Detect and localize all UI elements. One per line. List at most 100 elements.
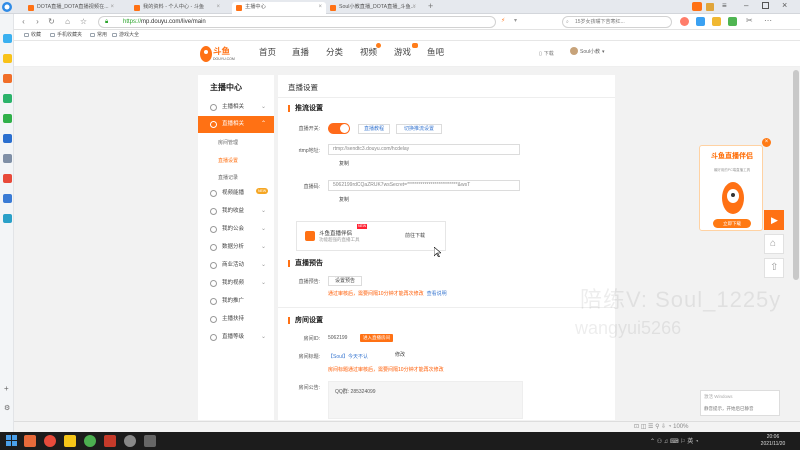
companion-float-card[interactable]: 斗鱼直播伴侣 最好用的PC端直播工具 立即下载: [699, 145, 763, 231]
refresh-icon[interactable]: ↻: [46, 16, 57, 28]
app-icon[interactable]: [3, 174, 12, 183]
bookmark-item[interactable]: 游戏大全: [112, 30, 139, 41]
url-input[interactable]: 🔒︎ https://mp.douyu.com/live/main: [98, 16, 496, 28]
bookmark-star-icon[interactable]: ☆: [78, 16, 89, 28]
app-icon[interactable]: [3, 94, 12, 103]
start-icon[interactable]: [6, 435, 18, 447]
taskbar-app-icon[interactable]: [24, 435, 36, 447]
live-switch-toggle[interactable]: [328, 123, 350, 134]
tray-icons[interactable]: ⌃ ⚇ ♫ ⌨ ⚐ 英 ◔: [650, 436, 699, 445]
notification-toast[interactable]: 激活 Windows 静音提示，开始后已静音: [700, 390, 780, 416]
top-float-button[interactable]: ⇧: [764, 258, 784, 278]
close-icon[interactable]: ×: [318, 2, 322, 13]
sidebar-item-income[interactable]: 我的收益 ⌄: [198, 203, 274, 220]
set-preview-button[interactable]: 设置预告: [328, 276, 362, 286]
nav-video[interactable]: 视频: [360, 43, 381, 58]
close-icon[interactable]: ×: [762, 138, 771, 147]
add-icon[interactable]: +: [4, 384, 9, 393]
sidebar-item-streamer[interactable]: 主播相关 ⌄: [198, 99, 274, 116]
sidebar-item-my-video[interactable]: 我的视频 ⌄: [198, 275, 274, 292]
scissors-icon[interactable]: ✂: [746, 16, 753, 25]
taskbar-clock[interactable]: 20:06 2021/11/20: [750, 434, 796, 448]
tab-soul-live[interactable]: Soul小教直播_DOTA直播_斗鱼... ×: [326, 2, 420, 14]
sidebar-item-business[interactable]: 商业活动 ⌄: [198, 257, 274, 274]
go-download-link[interactable]: 前往下载: [405, 232, 425, 239]
app-icon[interactable]: [3, 154, 12, 163]
sidebar-sub-records[interactable]: 直播记录: [218, 174, 238, 181]
announce-textarea[interactable]: QQ群: 285324099: [328, 381, 523, 419]
status-icons[interactable]: ⊡ ◫ ☰ ⚲ ⇩ ◔ 100%: [634, 423, 688, 430]
extension-icon[interactable]: [696, 17, 705, 26]
forward-icon[interactable]: ›: [32, 16, 43, 28]
taskbar-app-icon[interactable]: [124, 435, 136, 447]
gift-icon[interactable]: [692, 2, 702, 11]
download-now-button[interactable]: 立即下载: [713, 219, 751, 228]
bookmark-item[interactable]: 常用: [90, 30, 107, 41]
rtmp-field[interactable]: rtmp://sendtc3.douyu.com/hcdelay: [328, 144, 520, 155]
extension-icon[interactable]: [712, 17, 721, 26]
tab-streamer-center[interactable]: 主播中心 ×: [232, 2, 326, 14]
maximize-icon[interactable]: [762, 2, 769, 9]
view-instructions-link[interactable]: 查看说明: [427, 291, 447, 297]
sidebar-item-analytics[interactable]: 数据分析 ⌄: [198, 239, 274, 256]
stream-key-field[interactable]: 5062199rdCQaZRUK7wsSecret=**************…: [328, 180, 520, 191]
bookmark-item[interactable]: 收藏: [24, 30, 41, 41]
bookmark-item[interactable]: 手机收藏夹: [50, 30, 82, 41]
sidebar-item-guild[interactable]: 我的公会 ⌄: [198, 221, 274, 238]
wechat-icon[interactable]: [3, 114, 12, 123]
new-tab-button[interactable]: +: [428, 1, 433, 11]
sidebar-item-support[interactable]: 主播扶持: [198, 311, 274, 328]
edit-title-button[interactable]: 修改: [388, 351, 412, 361]
douyu-logo[interactable]: 斗鱼 DOUYU.COM: [198, 43, 238, 65]
taskbar-app-icon[interactable]: [104, 435, 116, 447]
nav-fishbar[interactable]: 鱼吧: [427, 46, 444, 58]
tab-dota-live[interactable]: DOTA直播_DOTA直播视频在... ×: [24, 2, 118, 14]
more-icon[interactable]: ⋯: [764, 16, 772, 25]
taskbar-app-icon[interactable]: [144, 435, 156, 447]
sidebar-item-level[interactable]: 直播等级 ⌄: [198, 329, 274, 346]
sidebar-sub-live-settings[interactable]: 直播设置: [218, 157, 238, 164]
home-float-button[interactable]: ⌂: [764, 234, 784, 254]
video-float-button[interactable]: ▶: [764, 210, 784, 230]
close-icon[interactable]: ×: [216, 2, 220, 13]
nav-game[interactable]: 游戏: [394, 43, 418, 58]
minimize-icon[interactable]: –: [744, 1, 748, 10]
taskbar-app-icon[interactable]: [64, 435, 76, 447]
close-icon[interactable]: ×: [412, 2, 416, 13]
user-icon[interactable]: [706, 3, 714, 11]
tab-profile[interactable]: 我的资料 - 个人中心 - 斗鱼 ×: [130, 2, 224, 14]
app-icon[interactable]: [3, 214, 12, 223]
nav-home[interactable]: 首页: [259, 46, 276, 58]
back-icon[interactable]: ‹: [18, 16, 29, 28]
flash-icon[interactable]: ⚡: [501, 17, 505, 24]
extension-icon[interactable]: [728, 17, 737, 26]
settings-icon[interactable]: ⚙: [4, 404, 10, 412]
nav-live[interactable]: 直播: [292, 46, 309, 58]
close-icon[interactable]: ×: [110, 2, 114, 13]
extension-icon[interactable]: [680, 17, 689, 26]
app-icon[interactable]: [3, 34, 12, 43]
app-icon[interactable]: [3, 134, 12, 143]
companion-promo[interactable]: 斗鱼直播伴侣 NEW 功能超强的直播工具 前往下载: [296, 221, 446, 251]
star-icon[interactable]: [3, 54, 12, 63]
scrollbar-thumb[interactable]: [793, 70, 799, 280]
nav-category[interactable]: 分类: [326, 46, 343, 58]
user-menu[interactable]: Soul小教 ▾: [570, 47, 605, 55]
home-icon[interactable]: ⌂: [62, 16, 73, 28]
copy-key-button[interactable]: 复制: [332, 196, 356, 206]
switch-push-button[interactable]: 切换推流设置: [396, 124, 442, 134]
dropdown-icon[interactable]: ▾: [514, 17, 517, 24]
window-close-icon[interactable]: ×: [782, 0, 787, 10]
enter-room-button[interactable]: 进入直播房间: [360, 334, 393, 342]
browser-logo-icon[interactable]: [1, 1, 13, 13]
live-tutorial-button[interactable]: 直播教程: [358, 124, 390, 134]
sidebar-item-live[interactable]: 直播相关 ⌃: [198, 116, 274, 133]
search-input[interactable]: ⌕ 15岁女孩嘴下苦寒红...: [562, 16, 672, 28]
sidebar-sub-room[interactable]: 房间管理: [218, 139, 238, 146]
taskbar-app-icon[interactable]: [44, 435, 56, 447]
app-icon[interactable]: [3, 194, 12, 203]
taskbar-browser-icon[interactable]: [84, 435, 96, 447]
copy-rtmp-button[interactable]: 复制: [332, 160, 356, 170]
menu-icon[interactable]: ≡: [722, 1, 727, 10]
app-icon[interactable]: [3, 74, 12, 83]
